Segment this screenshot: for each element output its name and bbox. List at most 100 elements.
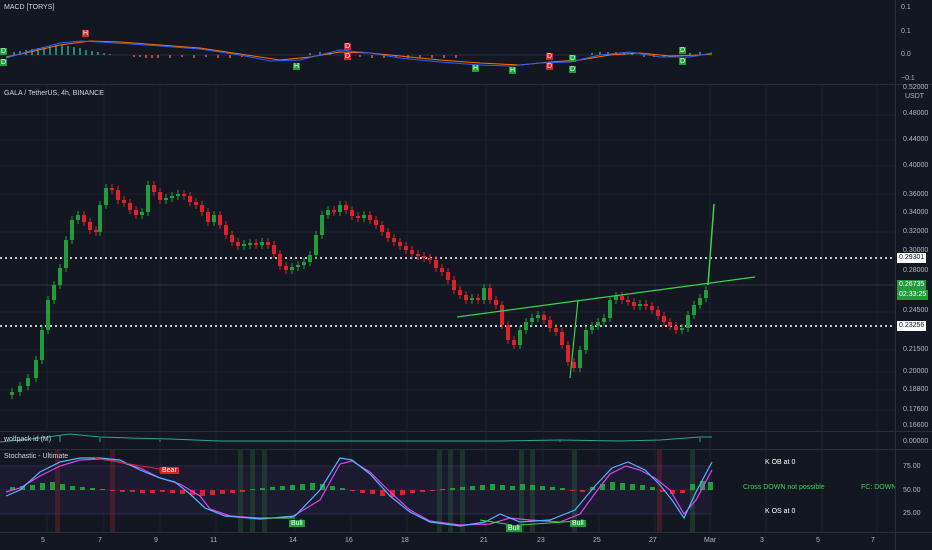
candle-body xyxy=(122,200,126,203)
candle-body xyxy=(134,210,138,215)
macd-marker-d: D xyxy=(569,55,577,62)
candle-body xyxy=(236,242,240,246)
stoch-histogram-bar xyxy=(380,490,385,496)
candle-body xyxy=(218,215,222,225)
stoch-histogram-bar xyxy=(708,482,713,490)
candle-body xyxy=(578,350,582,368)
candle-body xyxy=(386,232,390,238)
candle-body xyxy=(668,322,672,326)
candle-body xyxy=(500,305,504,325)
candle-body xyxy=(94,230,98,232)
stoch-histogram-bar xyxy=(250,489,255,490)
time-axis-label: 9 xyxy=(154,537,158,544)
stoch-histogram-bar xyxy=(540,486,545,490)
stoch-histogram-bar xyxy=(100,489,105,490)
stoch-histogram-bar xyxy=(140,490,145,493)
candle-body xyxy=(602,318,606,322)
stoch-histogram-bar xyxy=(300,484,305,490)
candle-body xyxy=(76,215,80,220)
stoch-histogram-bar xyxy=(350,490,355,491)
chart-canvas[interactable] xyxy=(0,0,932,550)
candle-body xyxy=(350,210,354,216)
stoch-histogram-bar xyxy=(180,490,185,494)
stoch-histogram-bar xyxy=(270,487,275,490)
stoch-pane-label[interactable]: Stochastic - Ultimate xyxy=(4,453,68,460)
wolfpack-pane-label[interactable]: wolfpack id (M) xyxy=(4,436,51,443)
wolfpack-axis-tick: 0.00000 xyxy=(903,438,929,445)
time-axis-label: 16 xyxy=(345,537,353,544)
candle-body xyxy=(248,243,252,245)
bar-countdown: 02:33:25 xyxy=(897,290,929,300)
symbol-title[interactable]: GALA / TetherUS, 4h, BINANCE xyxy=(4,90,104,97)
candle-body xyxy=(188,196,192,202)
stoch-histogram-bar xyxy=(210,490,215,495)
time-axis-label: 21 xyxy=(480,537,488,544)
candle-body xyxy=(170,196,174,198)
bull-divergence-label: Bull xyxy=(570,520,586,527)
candle-body xyxy=(314,235,318,255)
candle-body xyxy=(656,310,660,316)
macd-marker-d: D xyxy=(569,66,577,73)
candle-body xyxy=(194,202,198,205)
price-axis-tick: 0.21500 xyxy=(903,346,929,353)
candle-body xyxy=(110,188,114,190)
stoch-histogram-bar xyxy=(620,483,625,490)
price-axis-tick: 0.36000 xyxy=(903,191,929,198)
stoch-histogram-bar xyxy=(200,490,205,496)
candle-body xyxy=(662,316,666,322)
candle-body xyxy=(206,212,210,222)
candle-body xyxy=(58,268,62,285)
candle-body xyxy=(446,272,450,280)
stoch-histogram-bar xyxy=(630,484,635,490)
candle-body xyxy=(554,328,558,332)
stoch-histogram-bar xyxy=(520,484,525,490)
candle-body xyxy=(614,296,618,300)
candle-body xyxy=(278,254,282,266)
macd-line xyxy=(5,40,713,67)
candle-body xyxy=(296,265,300,267)
resistance-level-tag[interactable]: 0.29301 xyxy=(897,253,927,263)
price-axis-tick: 0.16600 xyxy=(903,422,929,429)
candle-body xyxy=(476,298,480,300)
candle-body xyxy=(176,194,180,196)
time-axis-label: 7 xyxy=(98,537,102,544)
stoch-histogram-bar xyxy=(110,490,115,491)
stoch-histogram-bar xyxy=(480,485,485,490)
candle-body xyxy=(374,220,378,225)
stoch-axis-tick: 25.00 xyxy=(903,510,921,517)
bull-divergence-label: Bull xyxy=(289,520,305,527)
price-axis-tick: 0.48000 xyxy=(903,110,929,117)
candle-body xyxy=(82,215,86,222)
time-axis-label: 5 xyxy=(816,537,820,544)
price-axis-tick: 0.18800 xyxy=(903,386,929,393)
candle-body xyxy=(200,205,204,212)
macd-marker-d: D xyxy=(546,53,554,60)
candle-body xyxy=(146,185,150,212)
candle-body xyxy=(686,315,690,328)
candle-body xyxy=(560,332,564,345)
stoch-histogram-bar xyxy=(220,490,225,494)
candle-body xyxy=(260,242,264,245)
stoch-histogram-bar xyxy=(130,490,135,492)
stoch-histogram-bar xyxy=(410,490,415,493)
candle-body xyxy=(356,216,360,218)
candle-body xyxy=(674,326,678,330)
candle-body xyxy=(422,256,426,258)
candle-body xyxy=(596,322,600,326)
candle-body xyxy=(52,285,56,300)
macd-marker-d: D xyxy=(0,59,8,66)
candle-body xyxy=(368,215,372,220)
stoch-histogram-bar xyxy=(280,486,285,490)
stoch-histogram-bar xyxy=(490,484,495,490)
stoch-histogram-bar xyxy=(580,490,585,492)
candle-body xyxy=(404,246,408,250)
support-level-tag[interactable]: 0.23256 xyxy=(897,321,927,331)
time-axis[interactable]: 5 7 9 11 14 16 18 21 23 25 27 Mar 3 5 7 xyxy=(0,535,895,549)
candle-body xyxy=(584,330,588,350)
candle-body xyxy=(416,254,420,256)
time-axis-label: 27 xyxy=(649,537,657,544)
stoch-histogram-bar xyxy=(80,487,85,490)
candle-body xyxy=(548,320,552,328)
candle-body xyxy=(26,378,30,386)
candle-body xyxy=(254,243,258,245)
